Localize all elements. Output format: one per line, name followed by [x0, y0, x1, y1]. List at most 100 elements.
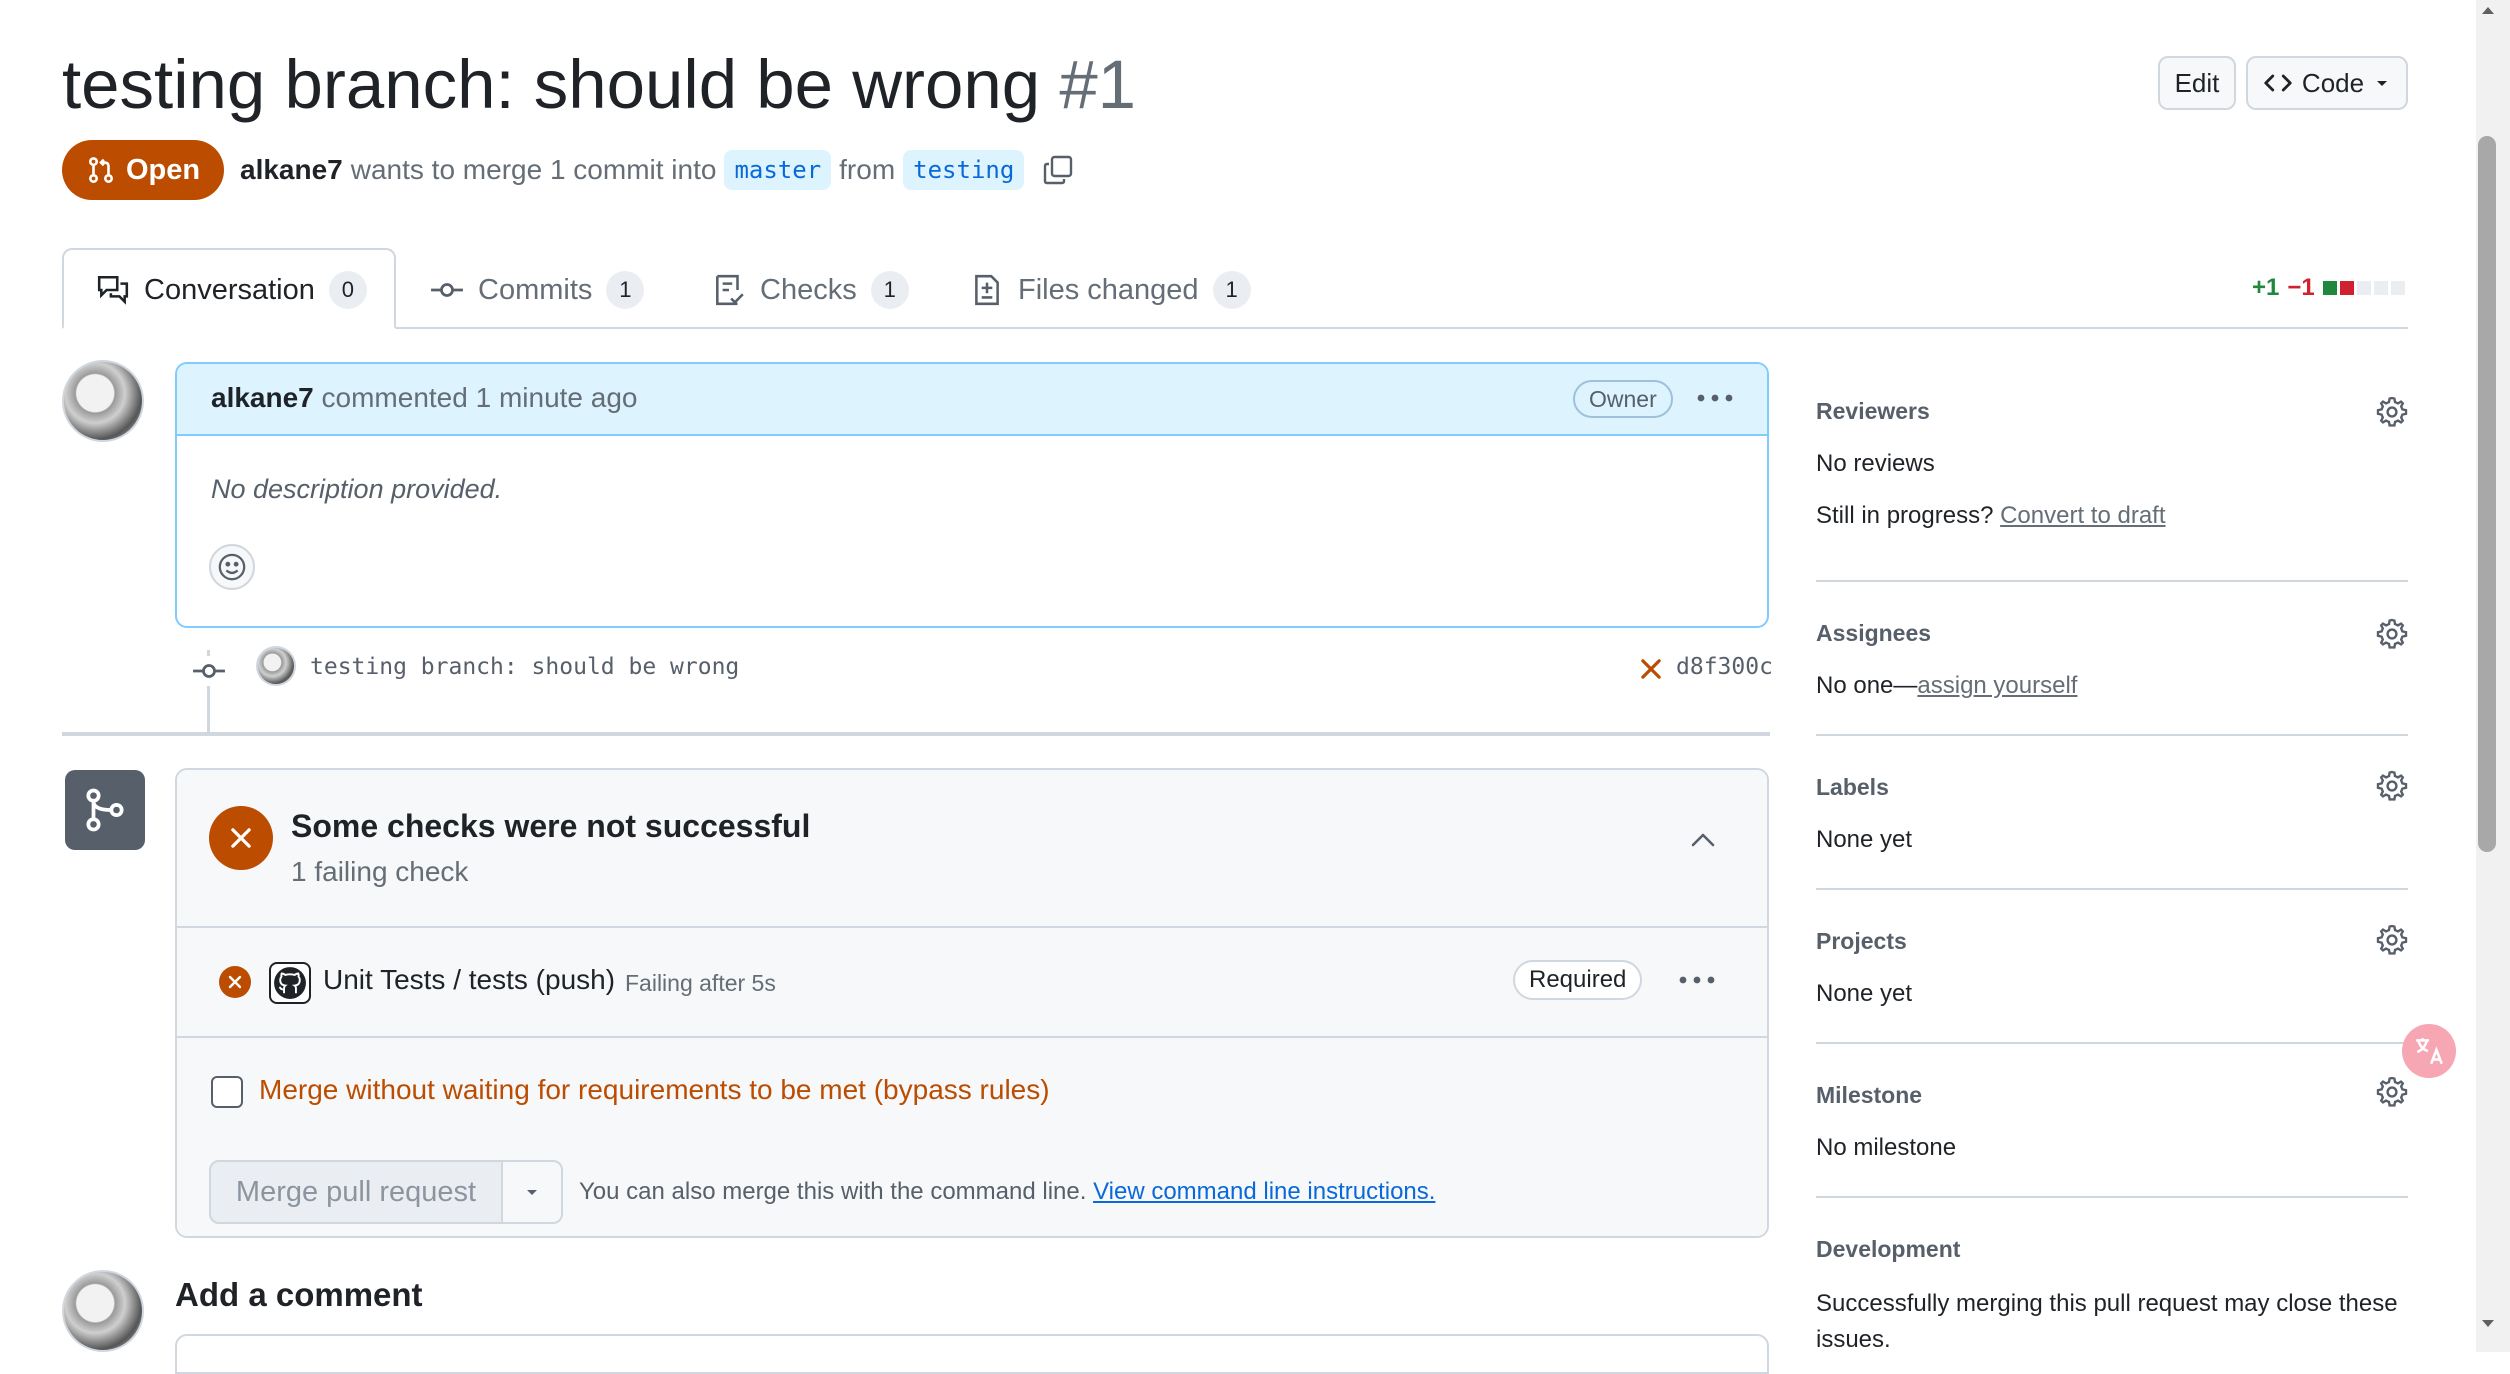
gear-icon[interactable]: [2376, 924, 2408, 956]
commit-sha[interactable]: d8f300c: [1676, 654, 1773, 680]
code-icon: [2264, 69, 2292, 97]
cli-instructions-link[interactable]: View command line instructions.: [1093, 1178, 1435, 1205]
assignees-value: No one—: [1816, 672, 1918, 699]
projects-value: None yet: [1816, 980, 1913, 1007]
assign-yourself-link[interactable]: assign yourself: [1917, 672, 2077, 699]
tab-conversation[interactable]: Conversation 0: [96, 264, 367, 316]
copy-icon[interactable]: [1042, 154, 1074, 186]
comment-author[interactable]: alkane7: [211, 382, 314, 413]
page-title: testing branch: should be wrong #1: [62, 40, 1136, 130]
comment-time[interactable]: 1 minute ago: [476, 382, 638, 413]
diffstat[interactable]: +1 −1: [2252, 274, 2405, 302]
progress-text: Still in progress?: [1816, 502, 1994, 529]
check-row: Unit Tests / tests (push) Failing after …: [177, 928, 1767, 1038]
comment-header-text: alkane7 commented 1 minute ago: [211, 382, 638, 414]
commit-author-avatar[interactable]: [256, 646, 296, 686]
comment-discussion-icon: [96, 273, 130, 307]
caret-down-icon: [524, 1184, 540, 1200]
current-user-avatar[interactable]: [62, 1270, 144, 1352]
development-heading[interactable]: Development: [1816, 1236, 1960, 1263]
merge-options-button[interactable]: [503, 1162, 561, 1222]
tab-checks[interactable]: Checks 1: [712, 264, 909, 316]
x-circle-fill-icon: [219, 966, 251, 998]
tab-count: 1: [606, 271, 645, 309]
comment-body: No description provided.: [211, 474, 503, 504]
pr-from-text: from: [839, 154, 896, 185]
x-circle-icon: [209, 806, 273, 870]
gear-icon[interactable]: [2376, 396, 2408, 428]
pr-meta: alkane7 wants to merge 1 commit into mas…: [240, 145, 1074, 195]
tab-count: 0: [328, 271, 367, 309]
git-pull-request-icon: [86, 155, 116, 185]
checks-title: Some checks were not successful: [291, 808, 811, 844]
bypass-label[interactable]: Merge without waiting for requirements t…: [259, 1074, 1050, 1106]
scrollbar-thumb[interactable]: [2478, 136, 2496, 852]
gear-icon[interactable]: [2376, 1076, 2408, 1108]
edit-button[interactable]: Edit: [2158, 56, 2236, 110]
sidebar-divider: [1816, 580, 2408, 582]
bypass-checkbox[interactable]: [211, 1076, 243, 1108]
tab-files-changed[interactable]: Files changed 1: [970, 264, 1251, 316]
reviewers-value: No reviews: [1816, 450, 1935, 477]
translate-icon[interactable]: [2402, 1024, 2456, 1078]
scroll-up-arrow-icon[interactable]: [2480, 4, 2496, 16]
x-icon[interactable]: [1638, 656, 1664, 682]
merge-actions: Merge without waiting for requirements t…: [177, 1038, 1767, 1236]
timeline-separator: [62, 732, 1770, 736]
head-branch[interactable]: testing: [903, 150, 1025, 190]
sidebar-divider: [1816, 888, 2408, 890]
tab-count: 1: [870, 271, 909, 309]
sidebar-divider: [1816, 1196, 2408, 1198]
comment-box: alkane7 commented 1 minute ago Owner No …: [175, 362, 1769, 628]
merge-pull-request-button[interactable]: Merge pull request: [211, 1162, 501, 1222]
base-branch[interactable]: master: [724, 150, 832, 190]
merge-button-group: Merge pull request: [209, 1160, 563, 1224]
check-name[interactable]: Unit Tests / tests (push): [323, 964, 615, 996]
tab-label: Files changed: [1018, 273, 1199, 306]
kebab-horizontal-icon[interactable]: [1695, 388, 1735, 408]
draft-hint: Still in progress? Convert to draft: [1816, 502, 2166, 530]
checks-summary: Some checks were not successful 1 failin…: [177, 770, 1767, 928]
owner-badge: Owner: [1573, 380, 1673, 418]
assignees-heading[interactable]: Assignees: [1816, 620, 1931, 647]
chevron-up-icon[interactable]: [1689, 830, 1717, 850]
cli-text: You can also merge this with the command…: [579, 1178, 1087, 1205]
tab-label: Conversation: [144, 273, 315, 306]
checks-subtitle: 1 failing check: [291, 856, 469, 887]
merge-box: Some checks were not successful 1 failin…: [175, 768, 1769, 1238]
milestone-heading[interactable]: Milestone: [1816, 1082, 1922, 1109]
projects-heading[interactable]: Projects: [1816, 928, 1907, 955]
checklist-icon: [712, 273, 746, 307]
pr-author-link[interactable]: alkane7: [240, 145, 343, 195]
caret-down-icon: [2374, 75, 2390, 91]
labels-heading[interactable]: Labels: [1816, 774, 1889, 801]
code-button-label: Code: [2301, 67, 2365, 98]
git-commit-icon: [430, 273, 464, 307]
reviewers-heading[interactable]: Reviewers: [1816, 398, 1930, 425]
kebab-horizontal-icon[interactable]: [1677, 970, 1717, 990]
avatar[interactable]: [62, 360, 144, 442]
pr-state-label: Open: [125, 153, 201, 186]
tab-label: Checks: [760, 273, 857, 306]
file-diff-icon: [970, 273, 1004, 307]
gear-icon[interactable]: [2376, 770, 2408, 802]
pr-title: testing branch: should be wrong: [62, 46, 1041, 123]
code-button[interactable]: Code: [2246, 56, 2408, 110]
commit-message[interactable]: testing branch: should be wrong: [310, 654, 739, 680]
sidebar-divider: [1816, 734, 2408, 736]
tab-commits[interactable]: Commits 1: [430, 264, 645, 316]
tab-count: 1: [1212, 271, 1251, 309]
add-reaction-button[interactable]: [209, 544, 255, 590]
tab-underline: [62, 327, 2408, 329]
tab-label: Commits: [478, 273, 593, 306]
sidebar-divider: [1816, 1042, 2408, 1044]
git-commit-icon: [192, 656, 226, 686]
diffstat-additions: +1: [2252, 274, 2280, 301]
scroll-down-arrow-icon[interactable]: [2480, 1318, 2496, 1330]
comment-editor[interactable]: [175, 1334, 1769, 1374]
diffstat-blocks: [2322, 281, 2405, 295]
assignees-value-row: No one—assign yourself: [1816, 672, 2077, 700]
gear-icon[interactable]: [2376, 618, 2408, 650]
edit-button-label: Edit: [2174, 67, 2220, 98]
convert-to-draft-link[interactable]: Convert to draft: [2000, 502, 2165, 529]
